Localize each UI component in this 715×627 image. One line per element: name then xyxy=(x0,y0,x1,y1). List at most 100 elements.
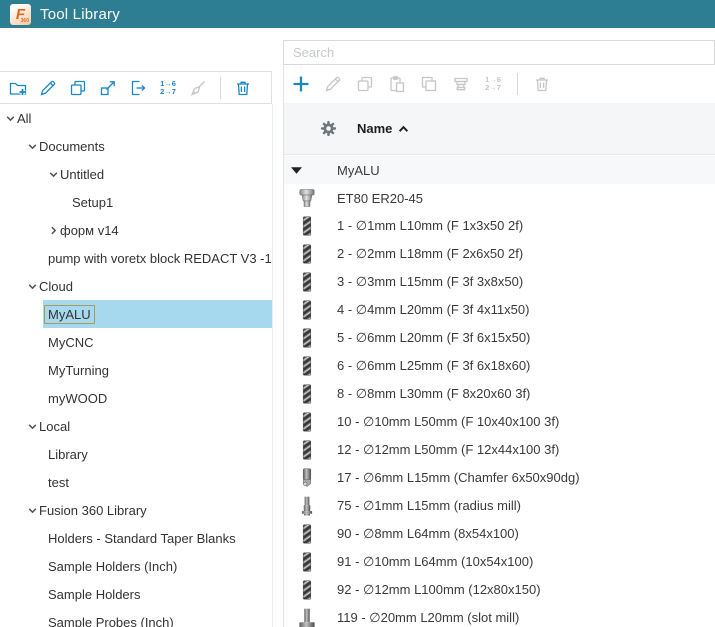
tool-label: ET80 ER20-45 xyxy=(337,190,423,206)
tree-item-holders-standard-taper-blanks[interactable]: Holders - Standard Taper Blanks xyxy=(0,524,272,552)
tree-item-label: myWOOD xyxy=(48,390,108,406)
tree-item-test[interactable]: test xyxy=(0,468,272,496)
edit-tool-button xyxy=(322,73,344,95)
chamfer-tool-icon xyxy=(296,465,318,491)
library-tree: All Documents Untitled Setup1 форм v14 pump w… xyxy=(0,104,273,627)
row-icon-cell xyxy=(284,325,330,351)
tool-row-12-12mm-l50mm-f-12x44x100-3f[interactable]: 12 - ∅12mm L50mm (F 12x44x100 3f) xyxy=(284,436,715,464)
tree-item-mywood[interactable]: myWOOD xyxy=(0,384,272,412)
tree-item-label: All xyxy=(17,110,32,126)
column-settings-gear-icon[interactable] xyxy=(318,119,338,139)
tool-group-row-myalu[interactable]: MyALU xyxy=(284,156,715,184)
tool-row-90-8mm-l64mm-8x54x100[interactable]: 90 - ∅8mm L64mm (8x54x100) xyxy=(284,520,715,548)
column-header-name[interactable]: Name xyxy=(357,121,409,136)
row-icon-cell xyxy=(284,409,330,435)
tool-row-1-1mm-l10mm-f-1x3x50-2f[interactable]: 1 - ∅1mm L10mm (F 1x3x50 2f) xyxy=(284,212,715,240)
tool-row-92-12mm-l100mm-12x80x150[interactable]: 92 - ∅12mm L100mm (12x80x150) xyxy=(284,576,715,604)
tool-row-et80-er20-45[interactable]: ET80 ER20-45 xyxy=(284,184,715,212)
tree-item-myalu[interactable]: MyALU xyxy=(0,300,272,328)
tool-row-17-6mm-l15mm-chamfer-6x50x90dg[interactable]: 17 - ∅6mm L15mm (Chamfer 6x50x90dg) xyxy=(284,464,715,492)
tree-item-label: Sample Holders (Inch) xyxy=(48,558,178,574)
renumber-tools-button[interactable]: 1→6 2→7 xyxy=(157,77,179,99)
tree-item-label: Setup1 xyxy=(72,194,114,210)
row-icon-cell xyxy=(284,493,330,519)
tools-toolbar: 1→6 2→7 xyxy=(284,65,715,103)
export-library-button[interactable] xyxy=(127,77,149,99)
tool-row-10-10mm-l50mm-f-10x40x100-3f[interactable]: 10 - ∅10mm L50mm (F 10x40x100 3f) xyxy=(284,408,715,436)
column-header-name-label: Name xyxy=(357,121,393,136)
new-folder-button[interactable] xyxy=(7,77,29,99)
tree-item-pump-with-voretx-block-redact-v3-100[interactable]: pump with voretx block REDACT V3 -100 xyxy=(0,244,272,272)
tool-row-5-6mm-l20mm-f-3f-6x15x50[interactable]: 5 - ∅6mm L20mm (F 3f 6x15x50) xyxy=(284,324,715,352)
tree-item-label: Holders - Standard Taper Blanks xyxy=(48,530,236,546)
tool-row-6-6mm-l25mm-f-3f-6x18x60[interactable]: 6 - ∅6mm L25mm (F 3f 6x18x60) xyxy=(284,352,715,380)
move-library-button[interactable] xyxy=(97,77,119,99)
endmill-tool-icon xyxy=(296,269,318,295)
tool-row-3-3mm-l15mm-f-3f-3x8x50[interactable]: 3 - ∅3mm L15mm (F 3f 3x8x50) xyxy=(284,268,715,296)
tree-item-cloud[interactable]: Cloud xyxy=(0,272,272,300)
tree-item-sample-probes-inch[interactable]: Sample Probes (Inch) xyxy=(0,608,272,627)
renumber-line2: 2→7 xyxy=(485,83,501,92)
search-input[interactable] xyxy=(283,40,715,65)
delete-library-button[interactable] xyxy=(232,77,254,99)
tool-row-119-20mm-l20mm-slot-mill[interactable]: 119 - ∅20mm L20mm (slot mill) xyxy=(284,604,715,627)
tree-item-fusion-360-library[interactable]: Fusion 360 Library xyxy=(0,496,272,524)
row-icon-cell xyxy=(284,297,330,323)
copy-library-button[interactable] xyxy=(67,77,89,99)
tree-item-setup1[interactable]: Setup1 xyxy=(0,188,272,216)
tree-item-label: MyCNC xyxy=(48,334,94,350)
expanded-triangle-icon[interactable] xyxy=(291,166,302,174)
tool-row-91-10mm-l64mm-10x54x100[interactable]: 91 - ∅10mm L64mm (10x54x100) xyxy=(284,548,715,576)
fusion-360-logo-icon: F 360 xyxy=(10,3,31,25)
tool-row-2-2mm-l18mm-f-2x6x50-2f[interactable]: 2 - ∅2mm L18mm (F 2x6x50 2f) xyxy=(284,240,715,268)
tree-item-untitled[interactable]: Untitled xyxy=(0,160,272,188)
tree-item-label: Sample Holders xyxy=(48,586,141,602)
chevron-down-icon[interactable] xyxy=(27,281,39,292)
tree-item-documents[interactable]: Documents xyxy=(0,132,272,160)
tool-table-header: Name xyxy=(284,103,715,155)
endmill-tool-icon xyxy=(296,409,318,435)
tree-item-sample-holders[interactable]: Sample Holders xyxy=(0,580,272,608)
tool-label: 91 - ∅10mm L64mm (10x54x100) xyxy=(337,554,534,569)
add-tool-button[interactable] xyxy=(290,73,312,95)
tree-item-library[interactable]: Library xyxy=(0,440,272,468)
chevron-down-icon[interactable] xyxy=(27,421,39,432)
tool-label: 75 - ∅1mm L15mm (radius mill) xyxy=(337,498,521,513)
chevron-down-icon[interactable] xyxy=(5,113,17,124)
edit-library-button[interactable] xyxy=(37,77,59,99)
tree-item-форм-v14[interactable]: форм v14 xyxy=(0,216,272,244)
tree-item-all[interactable]: All xyxy=(0,104,272,132)
tree-item-sample-holders-inch[interactable]: Sample Holders (Inch) xyxy=(0,552,272,580)
row-icon-cell xyxy=(284,465,330,491)
tree-item-label: Local xyxy=(39,418,71,434)
add-holder-button xyxy=(450,73,472,95)
tree-item-local[interactable]: Local xyxy=(0,412,272,440)
chevron-down-icon[interactable] xyxy=(48,169,60,180)
tool-label: 17 - ∅6mm L15mm (Chamfer 6x50x90dg) xyxy=(337,470,580,485)
copy-tool-button xyxy=(354,73,376,95)
row-icon-cell xyxy=(284,437,330,463)
tool-row-8-8mm-l30mm-f-8x20x60-3f[interactable]: 8 - ∅8mm L30mm (F 8x20x60 3f) xyxy=(284,380,715,408)
row-icon-cell xyxy=(284,213,330,239)
chevron-down-icon[interactable] xyxy=(27,141,39,152)
endmill-tool-icon xyxy=(296,353,318,379)
tool-label: 92 - ∅12mm L100mm (12x80x150) xyxy=(337,582,541,597)
chevron-right-icon[interactable] xyxy=(48,225,60,236)
tree-item-label: форм v14 xyxy=(60,222,119,238)
chevron-down-icon[interactable] xyxy=(27,505,39,516)
tree-item-label: pump with voretx block REDACT V3 -100 xyxy=(48,250,273,266)
tool-label: 2 - ∅2mm L18mm (F 2x6x50 2f) xyxy=(337,246,524,261)
renumber-tools-button: 1→6 2→7 xyxy=(482,73,504,95)
tool-label: 90 - ∅8mm L64mm (8x54x100) xyxy=(337,526,519,541)
tool-label: 10 - ∅10mm L50mm (F 10x40x100 3f) xyxy=(337,414,560,429)
tool-row-4-4mm-l20mm-f-3f-4x11x50[interactable]: 4 - ∅4mm L20mm (F 3f 4x11x50) xyxy=(284,296,715,324)
endmill-tool-icon xyxy=(296,521,318,547)
tool-label: 1 - ∅1mm L10mm (F 1x3x50 2f) xyxy=(337,218,524,233)
tool-row-75-1mm-l15mm-radius-mill[interactable]: 75 - ∅1mm L15mm (radius mill) xyxy=(284,492,715,520)
tree-item-myturning[interactable]: MyTurning xyxy=(0,356,272,384)
tool-label: 12 - ∅12mm L50mm (F 12x44x100 3f) xyxy=(337,442,560,457)
tree-item-label: MyTurning xyxy=(48,362,109,378)
renumber-line2: 2→7 xyxy=(160,86,176,96)
tree-item-mycnc[interactable]: MyCNC xyxy=(0,328,272,356)
endmill-tool-icon xyxy=(296,325,318,351)
